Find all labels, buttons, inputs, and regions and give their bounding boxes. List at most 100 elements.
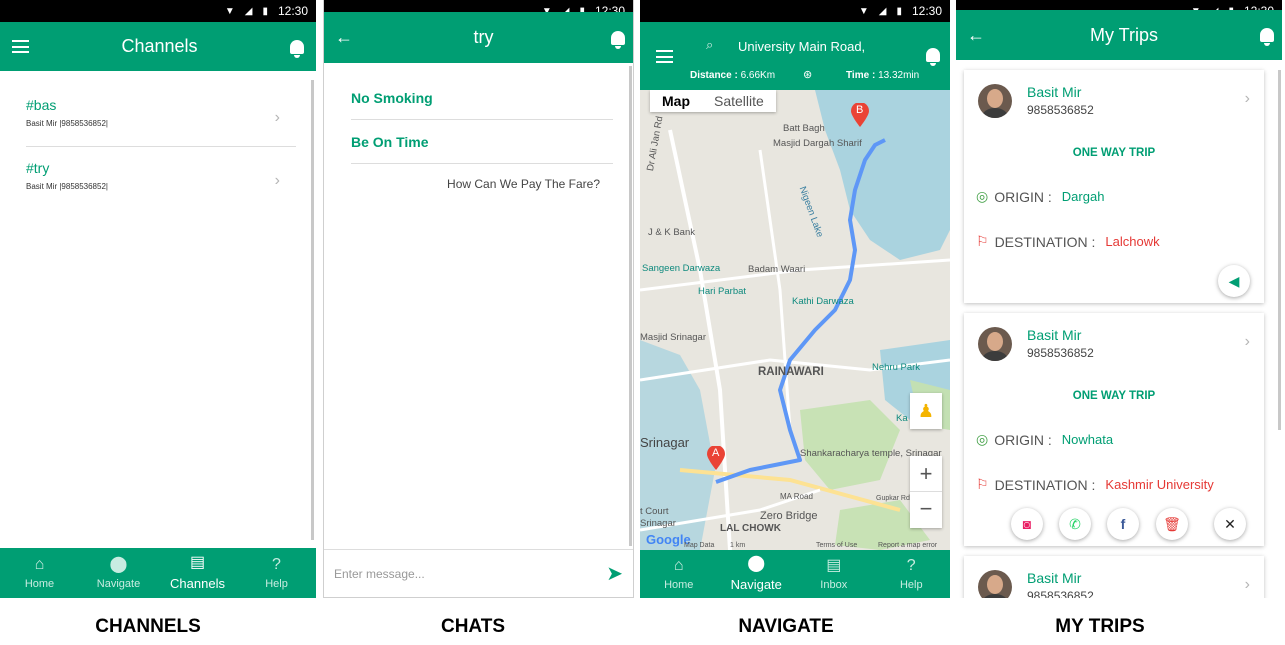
close-icon[interactable]: ✕ (1214, 508, 1246, 540)
trip-origin: ◎ ORIGIN : Nowhata (976, 431, 1114, 448)
chat-message-question[interactable]: How Can We Pay The Fare? (447, 177, 600, 191)
send-icon[interactable]: ➤ (606, 561, 623, 586)
map-pin-b[interactable]: B (851, 102, 869, 127)
nav-home[interactable]: ⌂ Home (640, 550, 718, 598)
map-label: t Court (640, 506, 669, 517)
trip-card[interactable]: Basit Mir 9858536852 › ONE WAY TRIP ◎ OR… (964, 313, 1264, 546)
map-type-toggle: Map Satellite (650, 90, 776, 112)
terms-link[interactable]: Terms of Use (816, 542, 857, 549)
chat-message[interactable]: Be On Time (351, 134, 613, 150)
map-label: J & K Bank (648, 227, 695, 238)
caption-channels: CHANNELS (95, 616, 201, 637)
location-pin-icon: ◎ (976, 431, 989, 447)
location-pin-icon: ◎ (976, 188, 989, 204)
map-label: Masjid Dargah Sharif (773, 138, 862, 149)
map-data-label: Map Data (684, 542, 715, 549)
map-canvas (640, 90, 950, 550)
map-view[interactable]: Map Satellite Batt Bagh Masjid Dargah Sh… (640, 90, 950, 550)
notification-bell-icon[interactable] (611, 30, 625, 49)
nav-home[interactable]: ⌂ Home (0, 548, 79, 598)
instagram-icon[interactable]: ◙ (1011, 508, 1043, 540)
pegman-icon[interactable]: ♟ (910, 393, 942, 429)
message-bar: Enter message... ➤ (324, 549, 633, 597)
report-link[interactable]: Report a map error (878, 542, 937, 549)
avatar (978, 327, 1012, 361)
status-bar: ▼ ◢ ▮ 12:30 (640, 0, 950, 22)
chevron-right-icon: › (1244, 333, 1250, 350)
signal-icon: ◢ (244, 5, 253, 17)
trip-card[interactable]: Basit Mir 9858536852 › ONE WAY TRIP ◎ OR… (964, 70, 1264, 303)
location-pin-icon: ⬤ (747, 555, 766, 572)
distance-readout: Distance : 6.66Km (690, 70, 776, 81)
nav-help[interactable]: ? Help (873, 550, 951, 598)
flag-icon: ⚐ (976, 233, 989, 249)
facebook-icon[interactable]: f (1107, 508, 1139, 540)
map-label: Sangeen Darwaza (642, 263, 721, 274)
channel-item-try[interactable]: #try Basit Mir |9858536852| › (26, 160, 296, 191)
wifi-icon: ▼ (224, 5, 235, 17)
route-icon: ⊛ (803, 69, 813, 81)
chat-icon: ▤ (189, 554, 206, 571)
map-scale: 1 km (730, 542, 746, 549)
map-label: RAINAWARI (758, 366, 824, 378)
scrollbar[interactable] (1278, 70, 1281, 430)
back-arrow-icon[interactable]: ← (332, 27, 356, 48)
channels-screen: ▼ ◢ ▮ 12:30 Channels #bas Basit Mir |985… (0, 0, 316, 598)
map-tab[interactable]: Map (650, 90, 702, 112)
map-label: Masjid Srinagar (640, 332, 706, 343)
avatar (978, 570, 1012, 598)
trip-destination: ⚐ DESTINATION : Kashmir University (976, 476, 1214, 493)
trip-driver-phone: 9858536852 (1027, 589, 1094, 598)
delete-icon[interactable]: 🗑 (1156, 508, 1188, 540)
map-label: Kathi Darwaza (792, 296, 854, 307)
notification-bell-icon[interactable] (290, 39, 304, 58)
bottom-nav: ⌂ Home ⬤ Navigate ▤ Channels ? Help (0, 548, 316, 598)
map-label: MA Road (780, 492, 813, 501)
app-bar: ⌕ University Main Road, Distance : 6.66K… (640, 22, 950, 90)
channel-item-bas[interactable]: #bas Basit Mir |9858536852| › (26, 97, 296, 128)
back-arrow-icon[interactable]: ← (964, 25, 988, 46)
location-pin-icon: ⬤ (109, 555, 128, 573)
battery-icon: ▮ (896, 5, 902, 17)
destination-search[interactable]: University Main Road, (738, 39, 865, 54)
search-icon: ⌕ (706, 37, 714, 52)
page-title: try (473, 27, 494, 47)
app-bar: ← My Trips (956, 10, 1282, 60)
trip-card[interactable]: Basit Mir 9858536852 › (964, 556, 1264, 598)
zoom-in-button[interactable]: + (910, 456, 942, 492)
bottom-nav: ⌂ Home ⬤ Navigate ▤ Inbox ? Help (640, 550, 950, 598)
nav-navigate[interactable]: ⬤ Navigate (79, 548, 158, 598)
whatsapp-icon[interactable]: ✆ (1059, 508, 1091, 540)
channel-name: #bas (26, 97, 57, 113)
trip-driver-name: Basit Mir (1027, 84, 1082, 100)
scrollbar[interactable] (629, 66, 632, 546)
page-title: Channels (121, 36, 198, 56)
expand-button[interactable]: ◀ (1218, 265, 1250, 297)
notification-bell-icon[interactable] (926, 48, 940, 66)
menu-icon[interactable] (12, 40, 29, 53)
status-time: 12:30 (277, 4, 308, 18)
satellite-tab[interactable]: Satellite (702, 90, 776, 112)
nav-navigate[interactable]: ⬤ Navigate (718, 550, 796, 598)
chat-message[interactable]: No Smoking (351, 90, 613, 106)
battery-icon: ▮ (262, 5, 268, 17)
app-bar: ← try (324, 12, 633, 63)
status-time: 12:30 (911, 4, 942, 18)
caption-chats: CHATS (440, 616, 506, 637)
notification-bell-icon[interactable] (1260, 28, 1274, 46)
map-pin-a[interactable]: A (707, 445, 725, 470)
menu-icon[interactable] (656, 50, 673, 63)
message-input[interactable]: Enter message... (334, 567, 606, 581)
chevron-right-icon: › (1244, 576, 1250, 593)
map-label: Srinagar (640, 435, 690, 450)
trip-driver-phone: 9858536852 (1027, 346, 1094, 360)
status-bar: ▼ ◢ ▮ 12:30 (0, 0, 316, 22)
nav-help[interactable]: ? Help (237, 548, 316, 598)
zoom-out-button[interactable]: − (910, 492, 942, 528)
trip-destination: ⚐ DESTINATION : Lalchowk (976, 233, 1160, 250)
signal-icon: ◢ (878, 5, 887, 17)
caption-navigate: NAVIGATE (738, 616, 834, 637)
scrollbar[interactable] (311, 80, 314, 540)
nav-inbox[interactable]: ▤ Inbox (795, 550, 873, 598)
nav-channels[interactable]: ▤ Channels (158, 548, 237, 598)
